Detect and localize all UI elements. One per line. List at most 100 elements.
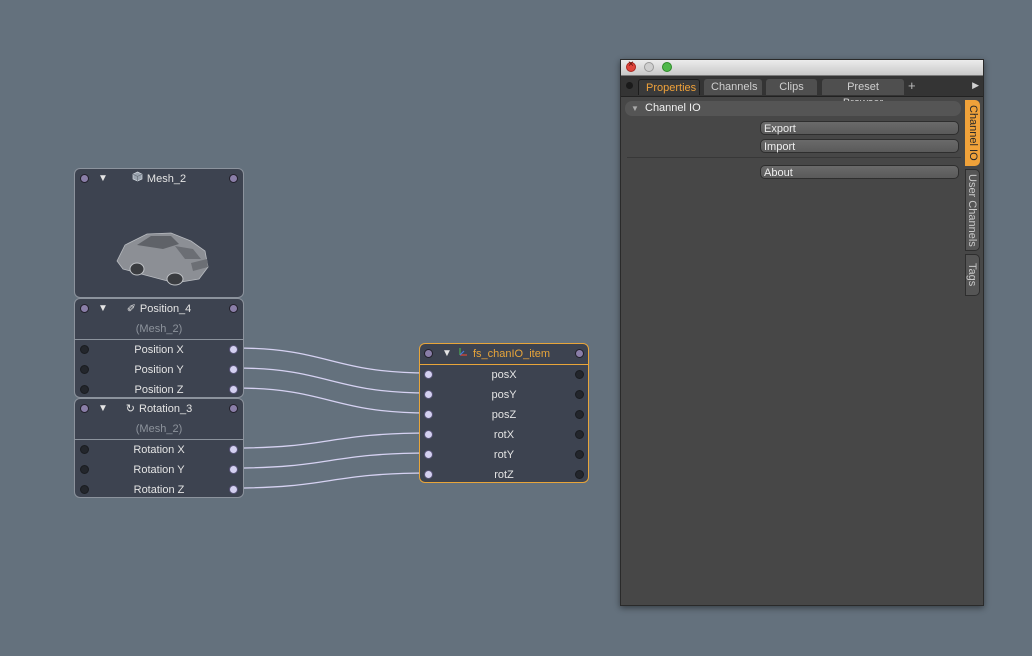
channel-label: posY: [491, 389, 517, 401]
posx-output-port[interactable]: [575, 370, 584, 379]
chanio-node-header[interactable]: ▼ fs_chanIO_item: [420, 344, 588, 365]
tab-menu-dot-icon[interactable]: [626, 82, 633, 89]
channel-row-posy[interactable]: posY: [420, 385, 588, 405]
mesh-node-header[interactable]: ▼ Mesh_2: [75, 169, 243, 189]
posx-input-port[interactable]: [424, 370, 433, 379]
mesh-node[interactable]: ▼ Mesh_2: [74, 168, 244, 298]
rotation-z-output-port[interactable]: [229, 485, 238, 494]
position-pencil-icon: ✐: [126, 303, 136, 315]
side-tab-channel-io[interactable]: Channel IO: [965, 100, 980, 166]
channel-label: posX: [491, 369, 517, 381]
channel-row-rotx[interactable]: rotX: [420, 425, 588, 445]
properties-window[interactable]: Properties Channels Clips Preset Browser…: [620, 59, 984, 606]
roty-output-port[interactable]: [575, 450, 584, 459]
mesh-output-port[interactable]: [229, 174, 238, 183]
position-y-input-port[interactable]: [80, 365, 89, 374]
rotz-output-port[interactable]: [575, 470, 584, 479]
side-tab-tags[interactable]: Tags: [965, 254, 980, 296]
collapse-triangle-icon[interactable]: ▼: [98, 399, 108, 419]
posy-input-port[interactable]: [424, 390, 433, 399]
add-tab-button[interactable]: +: [908, 79, 916, 93]
posz-input-port[interactable]: [424, 410, 433, 419]
wire-rotx: [233, 432, 430, 449]
rotation-arrow-icon: ↻: [125, 403, 135, 415]
wire-posy: [233, 367, 430, 394]
minimize-window-button[interactable]: [644, 62, 654, 72]
rotation-input-port[interactable]: [80, 404, 89, 413]
about-button[interactable]: About: [760, 165, 959, 179]
position-input-port[interactable]: [80, 304, 89, 313]
rotation-x-output-port[interactable]: [229, 445, 238, 454]
position-z-input-port[interactable]: [80, 385, 89, 394]
channel-row-rotz[interactable]: rotZ: [420, 465, 588, 485]
chanio-output-port[interactable]: [575, 349, 584, 358]
channel-label: Position Y: [134, 364, 184, 376]
rotation-x-input-port[interactable]: [80, 445, 89, 454]
rotation-y-output-port[interactable]: [229, 465, 238, 474]
export-button[interactable]: Export: [760, 121, 959, 135]
rotx-input-port[interactable]: [424, 430, 433, 439]
position-output-port[interactable]: [229, 304, 238, 313]
section-collapse-triangle-icon[interactable]: ▼: [631, 101, 639, 116]
channel-row-posx[interactable]: posX: [420, 365, 588, 385]
channel-row-rotation-y[interactable]: Rotation Y: [75, 460, 243, 480]
roty-input-port[interactable]: [424, 450, 433, 459]
position-y-output-port[interactable]: [229, 365, 238, 374]
position-node-title: Position_4: [139, 303, 192, 315]
channel-row-posz[interactable]: posZ: [420, 405, 588, 425]
position-x-input-port[interactable]: [80, 345, 89, 354]
rotation-y-input-port[interactable]: [80, 465, 89, 474]
rotation-node[interactable]: ▼ ↻ Rotation_3 (Mesh_2) Rotation X Rotati…: [74, 398, 244, 498]
mesh-node-title: Mesh_2: [146, 173, 187, 185]
section-title: Channel IO: [645, 102, 701, 114]
channel-label: rotX: [493, 429, 515, 441]
channel-row-rotation-z[interactable]: Rotation Z: [75, 480, 243, 500]
channel-row-roty[interactable]: rotY: [420, 445, 588, 465]
rotation-node-header[interactable]: ▼ ↻ Rotation_3: [75, 399, 243, 419]
channel-label: Rotation Z: [133, 484, 185, 496]
channel-row-rotation-x[interactable]: Rotation X: [75, 439, 243, 460]
collapse-triangle-icon[interactable]: ▼: [442, 344, 452, 364]
mesh-cube-icon: [132, 169, 143, 189]
rotation-output-port[interactable]: [229, 404, 238, 413]
chanio-input-port[interactable]: [424, 349, 433, 358]
channel-label: rotZ: [494, 469, 514, 481]
position-z-output-port[interactable]: [229, 385, 238, 394]
tab-preset-browser[interactable]: Preset Browser: [822, 79, 904, 109]
tab-channels[interactable]: Channels: [704, 79, 762, 95]
position-node[interactable]: ▼ ✐ Position_4 (Mesh_2) Position X Positi…: [74, 298, 244, 398]
channel-io-section-header[interactable]: ▼ Channel IO: [625, 101, 961, 116]
channel-label: Rotation Y: [133, 464, 185, 476]
chanio-item-node[interactable]: ▼ fs_chanIO_item posX posY posZ rotX rot…: [419, 343, 589, 483]
tab-clips[interactable]: Clips: [766, 79, 817, 95]
wire-roty: [233, 452, 430, 469]
channel-label: Rotation X: [133, 444, 185, 456]
tab-overflow-arrow-icon[interactable]: ▶: [972, 80, 979, 91]
mesh-input-port[interactable]: [80, 174, 89, 183]
tab-properties[interactable]: Properties: [638, 79, 700, 95]
posz-output-port[interactable]: [575, 410, 584, 419]
channel-label: rotY: [493, 449, 515, 461]
rotx-output-port[interactable]: [575, 430, 584, 439]
channel-row-position-y[interactable]: Position Y: [75, 360, 243, 380]
posy-output-port[interactable]: [575, 390, 584, 399]
channel-row-position-z[interactable]: Position Z: [75, 380, 243, 400]
close-window-button[interactable]: [626, 59, 636, 72]
rotation-node-title: Rotation_3: [139, 403, 193, 415]
import-button[interactable]: Import: [760, 139, 959, 153]
position-node-subtitle: (Mesh_2): [135, 323, 183, 335]
rotation-z-input-port[interactable]: [80, 485, 89, 494]
rotz-input-port[interactable]: [424, 470, 433, 479]
window-titlebar[interactable]: [621, 59, 983, 76]
channel-row-position-x[interactable]: Position X: [75, 339, 243, 360]
side-tab-user-channels[interactable]: User Channels: [965, 169, 980, 251]
channel-label: posZ: [491, 409, 517, 421]
zoom-window-button[interactable]: [662, 62, 672, 72]
locator-axis-icon: [458, 344, 469, 364]
collapse-triangle-icon[interactable]: ▼: [98, 299, 108, 319]
position-node-header[interactable]: ▼ ✐ Position_4: [75, 299, 243, 319]
position-x-output-port[interactable]: [229, 345, 238, 354]
collapse-triangle-icon[interactable]: ▼: [98, 169, 108, 189]
properties-panel: ▼ Channel IO Export Import About: [621, 97, 963, 605]
channel-label: Position Z: [134, 384, 184, 396]
